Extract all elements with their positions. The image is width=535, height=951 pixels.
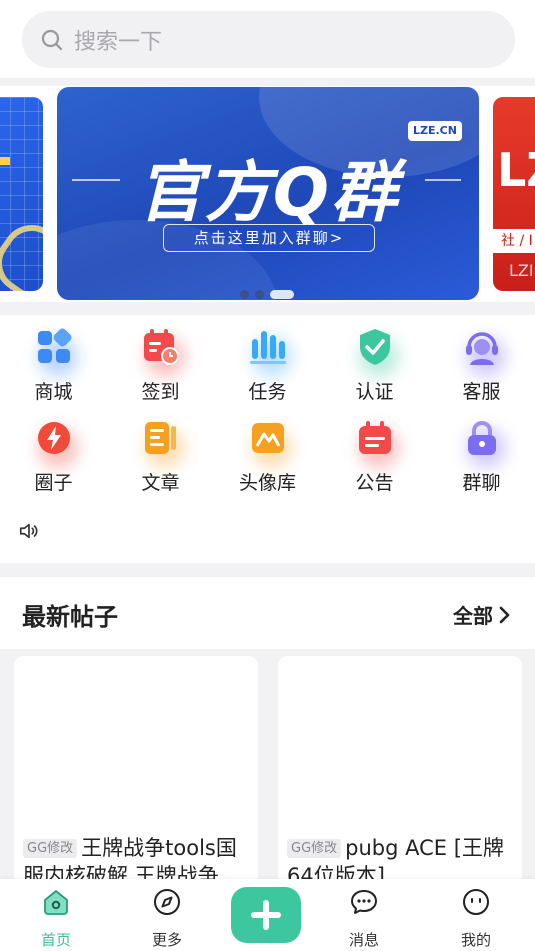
search-bar: 搜索一下	[0, 0, 535, 78]
func-label: 公告	[355, 472, 394, 494]
search-placeholder: 搜索一下	[74, 29, 163, 55]
tab-home[interactable]: 首页	[21, 887, 91, 950]
search-input[interactable]: 搜索一下	[22, 11, 515, 68]
view-all-label: 全部	[453, 604, 493, 628]
section-title: 最新帖子	[22, 603, 118, 631]
tab-messages[interactable]: 消息	[329, 887, 399, 950]
chevron-right-icon	[499, 606, 510, 623]
banner-next-foot: LZI	[509, 261, 534, 280]
post-category-badge: GG修改	[23, 839, 78, 858]
banner-slide-qq-group[interactable]: LZE.CN 官方Q群 点击这里加入群聊>	[57, 87, 479, 300]
func-label: 签到	[141, 381, 180, 403]
func-item-verify[interactable]: 认证	[321, 327, 428, 404]
func-item-avatars[interactable]: 头像库	[214, 418, 321, 495]
banner-tag: LZE.CN	[408, 121, 462, 141]
post-card[interactable]: GG修改 王牌战争tools国服内核破解 王牌战争	[14, 656, 258, 896]
func-item-shop[interactable]: 商城	[0, 327, 107, 404]
plus-icon	[251, 900, 281, 930]
chat-icon	[351, 890, 377, 914]
tab-more[interactable]: 更多	[132, 887, 202, 950]
search-icon	[41, 29, 63, 50]
func-item-checkin[interactable]: 签到	[107, 327, 214, 404]
speaker-icon[interactable]	[18, 520, 40, 542]
func-label: 文章	[141, 472, 180, 494]
compass-icon	[154, 889, 180, 915]
banner-carousel[interactable]: LZE.CN 官方Q群 点击这里加入群聊> LZ 社 / I LZI	[0, 86, 535, 302]
func-label: 客服	[462, 381, 501, 403]
banner-join-button[interactable]: 点击这里加入群聊>	[163, 224, 375, 252]
banner-next-title: LZ	[497, 143, 535, 197]
apps-icon	[37, 328, 71, 363]
tab-label: 消息	[348, 931, 379, 949]
tab-label: 更多	[151, 931, 182, 949]
shield-check-icon	[359, 329, 390, 365]
bar-chart-icon	[249, 331, 286, 364]
func-label: 商城	[34, 381, 73, 403]
func-label: 认证	[355, 381, 394, 403]
announcement-icon	[358, 421, 391, 454]
article-icon	[144, 422, 176, 454]
carousel-dot-active[interactable]	[270, 290, 294, 299]
app-screen: 搜索一下 LZE.CN 官方Q群 点击这里加入群聊> LZ 社 / I LZI	[0, 0, 535, 951]
carousel-dot[interactable]	[240, 290, 249, 299]
func-label: 头像库	[238, 472, 296, 494]
banner-next-band: 社 / I	[493, 229, 535, 253]
calendar-check-icon	[143, 329, 179, 365]
lock-icon	[467, 421, 496, 455]
smile-icon	[463, 889, 489, 915]
func-item-group-chat[interactable]: 群聊	[428, 418, 535, 495]
tab-label: 首页	[40, 931, 71, 949]
function-grid: 商城 签到 任务 认证 客服 圈子 文章 头像库 公告 群聊	[0, 315, 535, 563]
carousel-indicator	[240, 290, 294, 299]
func-item-announcements[interactable]: 公告	[321, 418, 428, 495]
func-item-articles[interactable]: 文章	[107, 418, 214, 495]
post-card[interactable]: GG修改 pubg ACE [王牌64位版本]	[278, 656, 522, 896]
func-item-tasks[interactable]: 任务	[214, 327, 321, 404]
func-label: 圈子	[34, 472, 73, 494]
home-icon	[44, 890, 68, 915]
func-label: 任务	[248, 381, 287, 403]
tab-label: 我的	[460, 931, 491, 949]
customer-service-icon	[465, 332, 498, 365]
func-item-support[interactable]: 客服	[428, 327, 535, 404]
latest-posts-header: 最新帖子 全部	[0, 577, 535, 649]
tab-profile[interactable]: 我的	[441, 887, 511, 950]
banner-title: 官方Q群	[136, 154, 400, 231]
carousel-dot[interactable]	[255, 290, 264, 299]
lightning-icon	[37, 422, 70, 454]
add-post-button[interactable]	[231, 887, 301, 943]
banner-slide-previous[interactable]	[0, 97, 43, 291]
bottom-tab-bar: 首页 更多 消息 我的	[0, 879, 535, 951]
func-item-circle[interactable]: 圈子	[0, 418, 107, 495]
mountain-image-icon	[251, 423, 284, 453]
post-category-badge: GG修改	[287, 839, 342, 858]
banner-slide-next[interactable]: LZ 社 / I LZI	[493, 97, 535, 291]
func-label: 群聊	[462, 472, 501, 494]
view-all-link[interactable]: 全部	[453, 600, 511, 629]
